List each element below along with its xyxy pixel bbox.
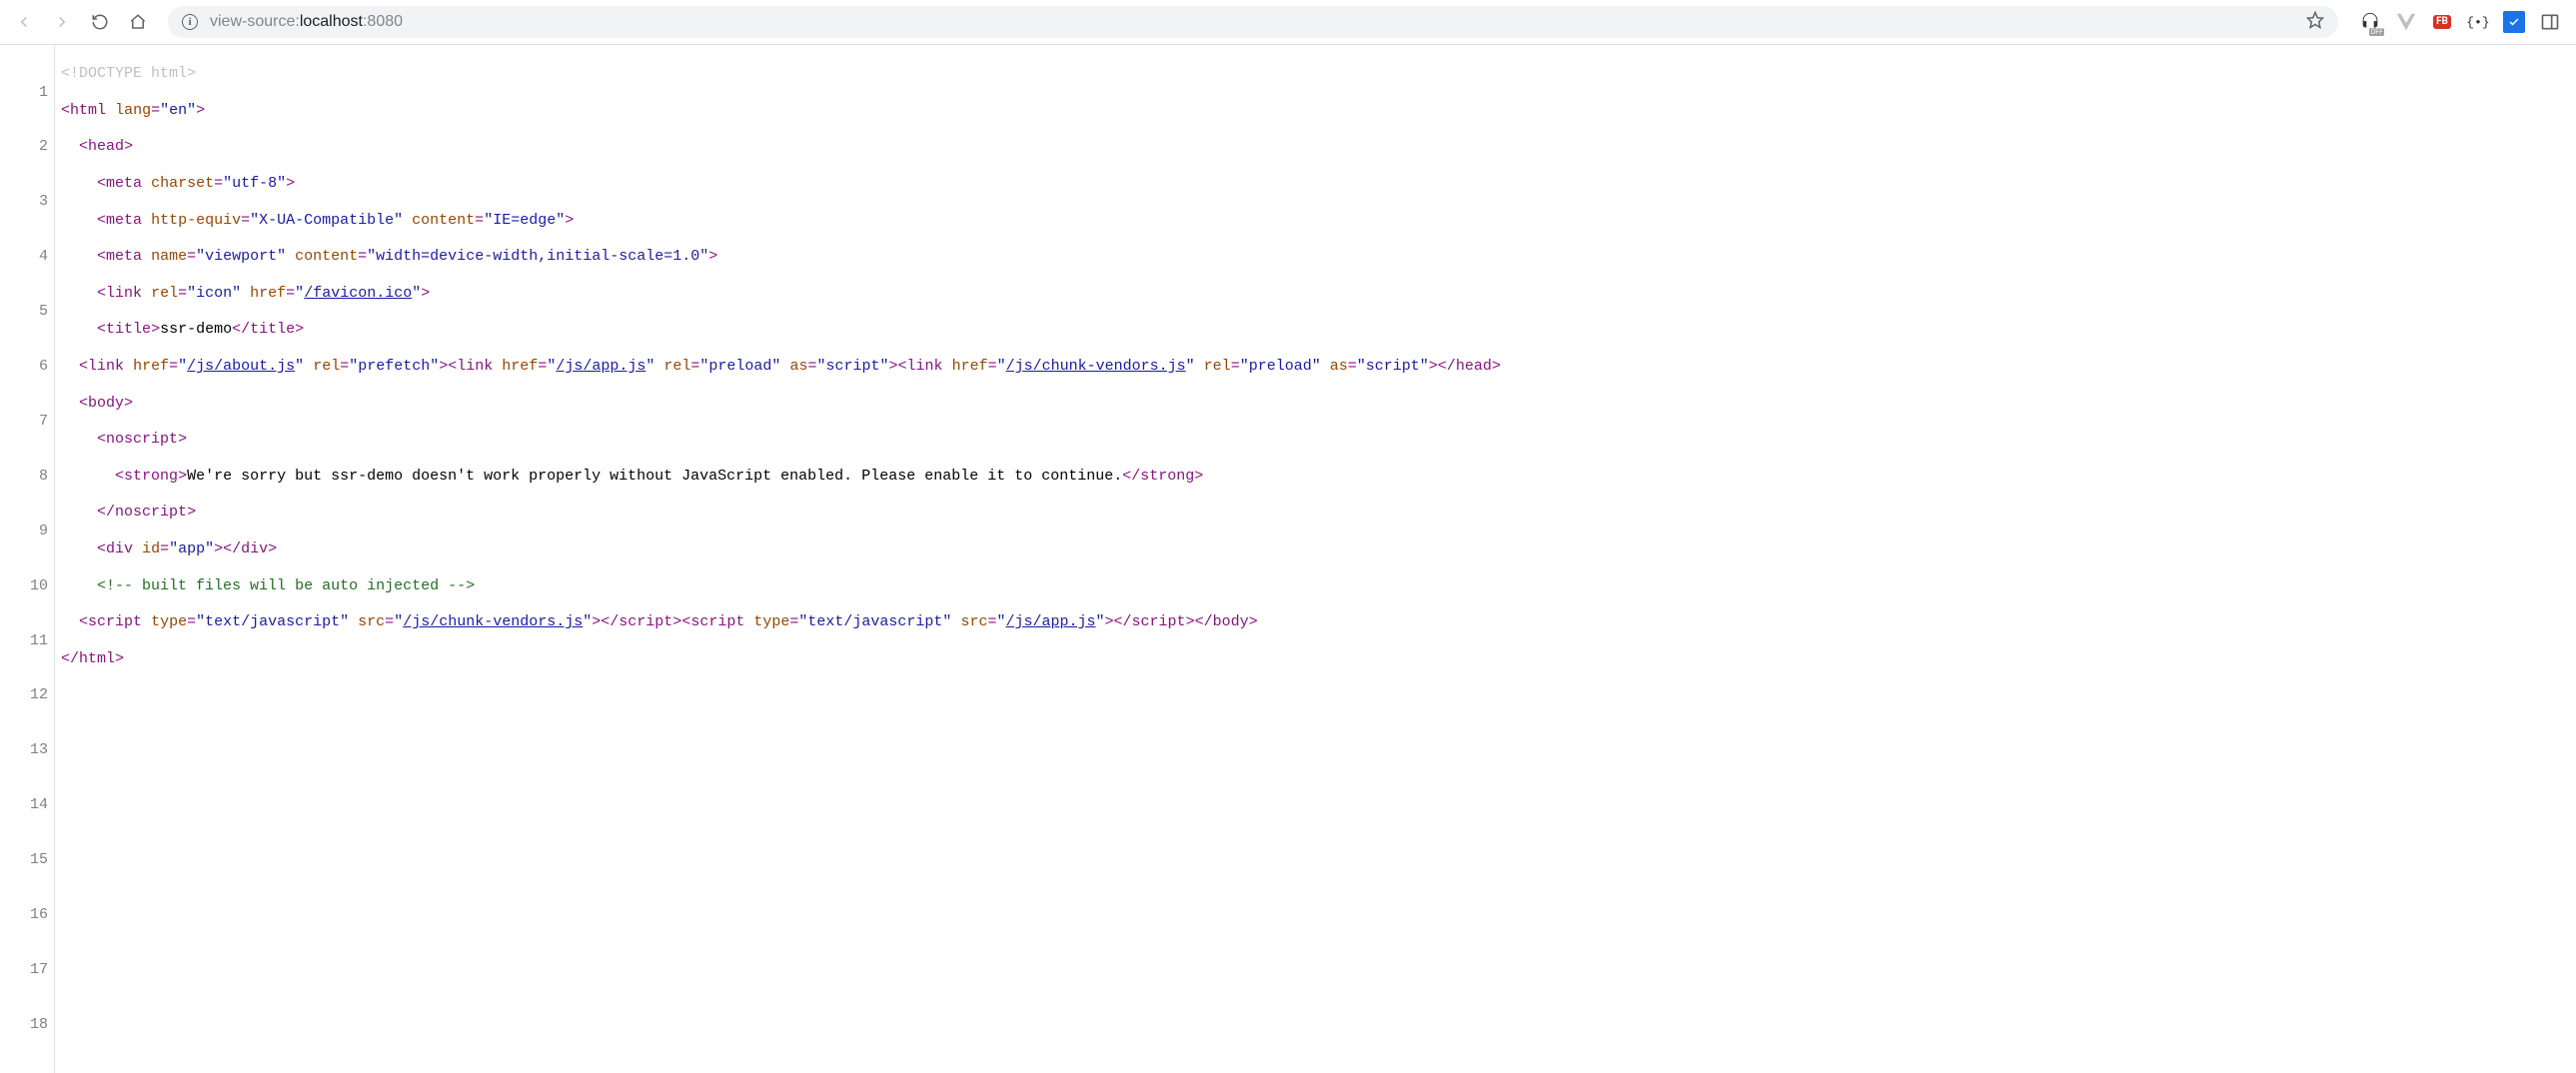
source-line: <html lang="en"> xyxy=(61,102,1501,120)
source-line xyxy=(61,686,1501,704)
extension-fb-icon[interactable]: FB xyxy=(2430,10,2454,34)
line-number: 10 xyxy=(12,577,48,595)
source-code-viewer: 1 2 3 4 5 6 7 8 9 10 11 12 13 14 15 16 1… xyxy=(0,45,2576,1073)
line-number: 18 xyxy=(12,1016,48,1034)
line-number: 14 xyxy=(12,796,48,814)
source-line: <noscript> xyxy=(61,431,1501,449)
extension-headphones-icon[interactable]: OFF xyxy=(2358,10,2382,34)
source-line: <link rel="icon" href="/favicon.ico"> xyxy=(61,285,1501,303)
source-line: <meta name="viewport" content="width=dev… xyxy=(61,248,1501,266)
source-line: <meta charset="utf-8"> xyxy=(61,175,1501,193)
source-link-app-js-2[interactable]: /js/app.js xyxy=(1005,613,1095,630)
forward-button[interactable] xyxy=(46,6,78,38)
extension-icons: OFF FB {•} xyxy=(2352,10,2568,34)
source-line: </noscript> xyxy=(61,504,1501,522)
source-line: <script type="text/javascript" src="/js/… xyxy=(61,613,1501,631)
line-number: 13 xyxy=(12,741,48,759)
line-number: 5 xyxy=(12,303,48,321)
line-number: 1 xyxy=(12,84,48,102)
source-line: <title>ssr-demo</title> xyxy=(61,321,1501,339)
address-bar[interactable]: i view-source:localhost:8080 xyxy=(168,6,2338,38)
source-link-chunk-vendors-js-2[interactable]: /js/chunk-vendors.js xyxy=(403,613,583,630)
source-line: <!-- built files will be auto injected -… xyxy=(61,577,1501,595)
source-link-chunk-vendors-js[interactable]: /js/chunk-vendors.js xyxy=(1006,358,1186,375)
url-text: view-source:localhost:8080 xyxy=(210,13,403,31)
line-number: 3 xyxy=(12,193,48,211)
line-number-gutter: 1 2 3 4 5 6 7 8 9 10 11 12 13 14 15 16 1… xyxy=(0,45,55,1073)
line-number: 7 xyxy=(12,413,48,431)
bookmark-star-icon[interactable] xyxy=(2306,11,2324,33)
source-link-favicon[interactable]: /favicon.ico xyxy=(304,285,412,302)
source-code-area[interactable]: <!DOCTYPE html> <html lang="en"> <head> … xyxy=(55,45,1501,1073)
source-line: <strong>We're sorry but ssr-demo doesn't… xyxy=(61,468,1501,486)
browser-toolbar: i view-source:localhost:8080 OFF FB {•} xyxy=(0,0,2576,45)
source-line: <link href="/js/about.js" rel="prefetch"… xyxy=(61,358,1501,376)
line-number: 8 xyxy=(12,468,48,486)
reload-button[interactable] xyxy=(84,6,116,38)
line-number: 17 xyxy=(12,961,48,979)
back-button[interactable] xyxy=(8,6,40,38)
site-info-icon[interactable]: i xyxy=(182,14,198,30)
line-number: 11 xyxy=(12,632,48,650)
source-link-app-js[interactable]: /js/app.js xyxy=(556,358,645,375)
source-line: </html> xyxy=(61,650,1501,668)
line-number: 9 xyxy=(12,523,48,540)
source-link-about-js[interactable]: /js/about.js xyxy=(187,358,295,375)
line-number: 6 xyxy=(12,358,48,376)
line-number: 15 xyxy=(12,851,48,869)
source-line: <body> xyxy=(61,395,1501,413)
line-number: 2 xyxy=(12,138,48,156)
extension-panel-icon[interactable] xyxy=(2538,10,2562,34)
extension-blue-check-icon[interactable] xyxy=(2502,10,2526,34)
line-number: 4 xyxy=(12,248,48,266)
extension-vue-devtools-icon[interactable] xyxy=(2394,10,2418,34)
line-number: 16 xyxy=(12,906,48,924)
source-line: <head> xyxy=(61,138,1501,156)
home-button[interactable] xyxy=(122,6,154,38)
extension-braces-icon[interactable]: {•} xyxy=(2466,10,2490,34)
extension-off-badge: OFF xyxy=(2369,28,2384,36)
source-line: <meta http-equiv="X-UA-Compatible" conte… xyxy=(61,212,1501,230)
source-line: <div id="app"></div> xyxy=(61,540,1501,558)
line-number: 12 xyxy=(12,686,48,704)
source-line: <!DOCTYPE html> xyxy=(61,65,1501,83)
